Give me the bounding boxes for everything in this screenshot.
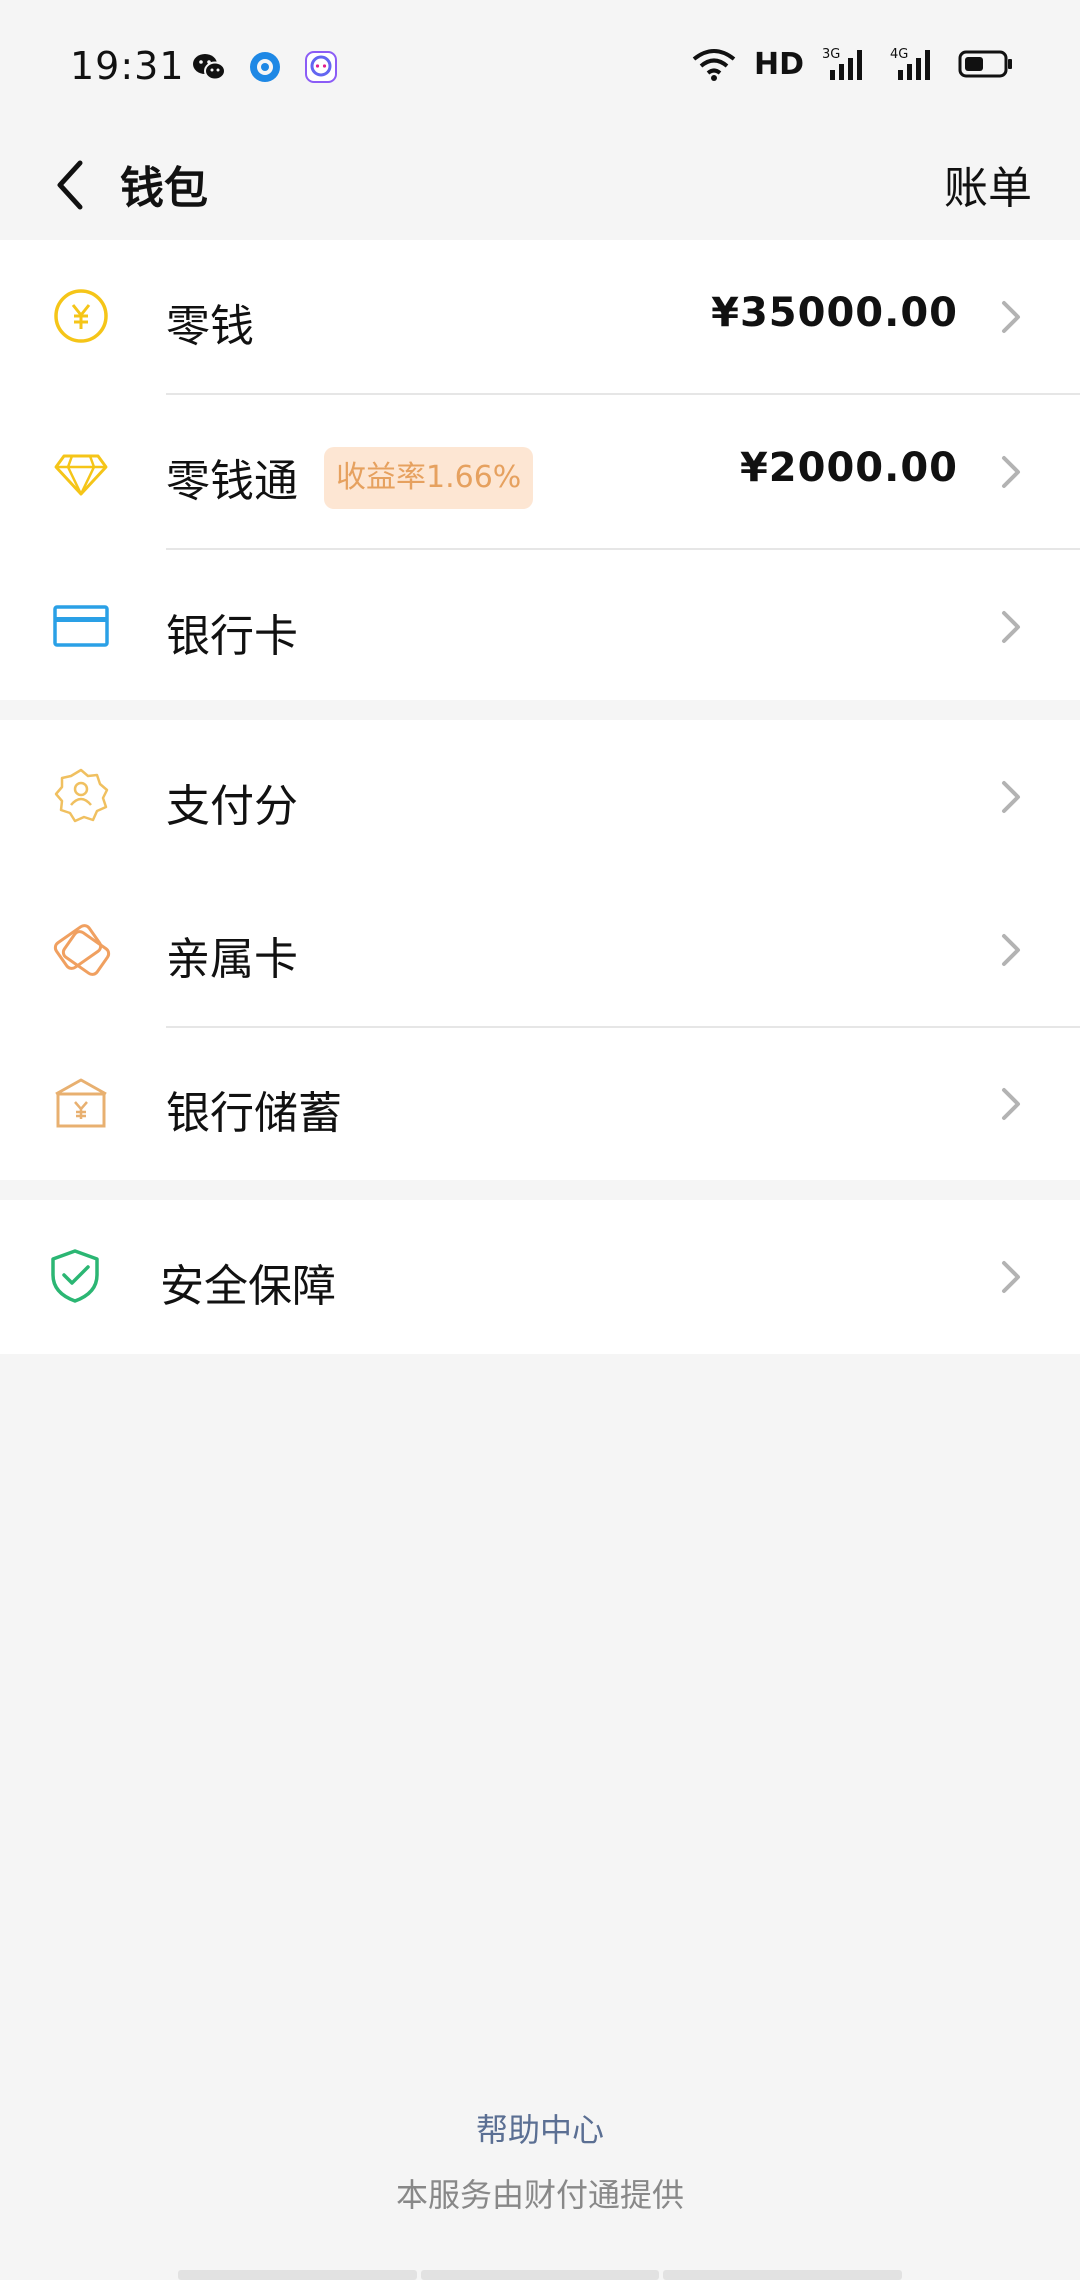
svg-text:4G: 4G (890, 47, 908, 62)
row-security[interactable]: 安全保障 (0, 1200, 1080, 1353)
row-label: 安全保障 (160, 1261, 336, 1312)
bank-savings-icon (55, 1078, 107, 1128)
security-section: 安全保障 (0, 1200, 1080, 1354)
svg-text:3G: 3G (822, 47, 840, 62)
chevron-right-icon (1002, 456, 1020, 488)
chevron-right-icon (1002, 934, 1020, 966)
status-bar: 19:31 HD 3G 4G (0, 0, 1080, 130)
chat-app-icon (305, 51, 337, 83)
chevron-right-icon (1002, 781, 1020, 813)
yuan-coin-icon (54, 289, 108, 343)
row-label: 零钱通 (166, 456, 298, 507)
row-label: 银行卡 (166, 611, 298, 662)
family-card-icon (53, 924, 111, 976)
bottom-nav-indicator (178, 2270, 903, 2280)
nav-bar: 钱包 账单 (0, 130, 1080, 240)
diamond-icon (54, 454, 108, 496)
system-status-icons: HD 3G 4G (692, 46, 1014, 82)
balance-amount: ¥35000.00 (711, 290, 958, 336)
wallet-balance-section: 零钱 ¥35000.00 零钱通 收益率1.66% ¥2000.00 银行卡 (0, 240, 1080, 700)
row-label: 银行储蓄 (166, 1088, 342, 1139)
chevron-right-icon (1002, 611, 1020, 643)
signal-4g-icon: 4G (890, 47, 930, 80)
wifi-icon (692, 49, 736, 81)
nav-indicator-segment (420, 2270, 660, 2280)
row-family-card[interactable]: 亲属卡 (0, 873, 1080, 1026)
shield-check-icon (51, 1249, 99, 1303)
service-provider-note: 本服务由财付通提供 (395, 2176, 684, 2214)
signal-3g-icon: 3G (822, 47, 862, 80)
battery-icon (958, 50, 1012, 78)
chevron-right-icon (1002, 301, 1020, 333)
row-label: 零钱 (166, 301, 254, 352)
wechat-icon (193, 54, 226, 81)
wallet-services-section: 支付分 亲属卡 银行储蓄 (0, 720, 1080, 1180)
yield-rate-badge: 收益率1.66% (324, 447, 534, 509)
row-change[interactable]: 零钱 ¥35000.00 (0, 240, 1080, 393)
bill-button[interactable]: 账单 (944, 152, 1032, 216)
page-title: 钱包 (120, 163, 208, 214)
status-time: 19:31 (70, 44, 185, 88)
help-center-link[interactable]: 帮助中心 (0, 2105, 1080, 2151)
chevron-right-icon (1002, 1088, 1020, 1120)
nav-indicator-segment (663, 2270, 903, 2280)
row-pay-score[interactable]: 支付分 (0, 720, 1080, 873)
back-button[interactable] (30, 140, 110, 230)
balance-amount: ¥2000.00 (739, 445, 958, 491)
browser-icon (250, 52, 280, 82)
row-bank-card[interactable]: 银行卡 (0, 550, 1080, 703)
bank-card-icon (53, 605, 109, 647)
hd-indicator: HD (753, 46, 804, 82)
row-bank-savings[interactable]: 银行储蓄 (0, 1027, 1080, 1180)
nav-indicator-segment (178, 2270, 417, 2280)
row-label: 亲属卡 (166, 934, 298, 985)
row-lingqiantong[interactable]: 零钱通 收益率1.66% ¥2000.00 (0, 395, 1080, 548)
chevron-right-icon (1002, 1261, 1020, 1293)
pay-score-badge-icon (54, 768, 109, 823)
notification-icons (190, 48, 340, 86)
chevron-left-icon (57, 160, 83, 210)
row-label: 支付分 (166, 781, 298, 832)
